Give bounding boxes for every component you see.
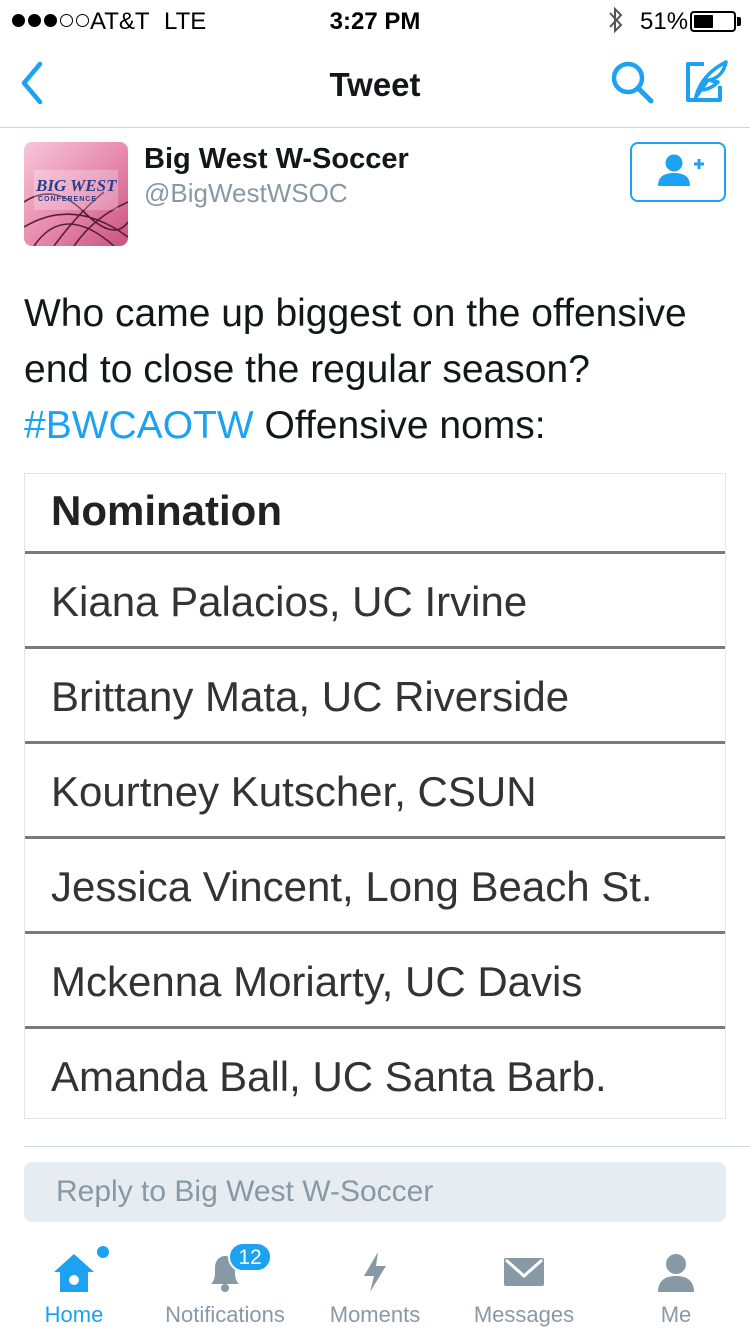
notifications-badge: 12 [228, 1242, 272, 1272]
tab-messages[interactable]: Messages [460, 1232, 588, 1334]
battery-icon [690, 11, 736, 32]
reply-input[interactable] [24, 1162, 726, 1222]
avatar-logo-text: BIG WEST [36, 176, 117, 195]
tab-me[interactable]: Me [626, 1232, 726, 1334]
tab-notifications-label: Notifications [165, 1302, 285, 1327]
tab-messages-label: Messages [473, 1302, 575, 1327]
tweet-text-tail: Offensive noms: [253, 404, 546, 447]
media-table-row: Mckenna Moriarty, UC Davis [25, 934, 725, 1029]
avatar[interactable]: BIG WEST CONFERENCE [24, 142, 128, 246]
status-bar: AT&T LTE 3:27 PM 51% [0, 0, 750, 40]
author-display-name[interactable]: Big West W-Soccer [144, 143, 409, 176]
media-table-row: Kiana Palacios, UC Irvine [25, 554, 725, 649]
media-table-row: Brittany Mata, UC Riverside [25, 649, 725, 744]
home-icon [54, 1254, 94, 1292]
media-table-row: Amanda Ball, UC Santa Barb. [51, 1053, 607, 1100]
hashtag-link[interactable]: #BWCAOTW [24, 404, 254, 447]
tweet-text: Who came up biggest on the offensive end… [24, 286, 730, 454]
navigation-bar: Tweet [0, 40, 750, 128]
tweet-text-body: Who came up biggest on the offensive end… [24, 292, 687, 391]
divider [24, 1146, 750, 1147]
follow-user-icon [658, 154, 704, 186]
new-content-dot [97, 1246, 109, 1258]
clock: 3:27 PM [329, 8, 421, 35]
follow-button[interactable] [630, 142, 726, 202]
tab-notifications[interactable]: Notifications [150, 1232, 300, 1334]
media-table-header: Nomination [25, 474, 725, 554]
tab-home-label: Home [44, 1302, 104, 1327]
tweet-media-image[interactable]: Nomination Kiana Palacios, UC Irvine Bri… [24, 473, 726, 1119]
lightning-bolt-icon [364, 1252, 386, 1292]
person-icon [658, 1254, 694, 1292]
tab-home[interactable]: Home [14, 1232, 134, 1334]
tab-bar: Home Notifications 12 Moments Messages M… [0, 1232, 750, 1334]
tab-moments-label: Moments [329, 1302, 421, 1327]
author-handle[interactable]: @BigWestWSOC [144, 178, 348, 209]
media-table-row: Jessica Vincent, Long Beach St. [25, 839, 725, 934]
search-icon[interactable] [608, 58, 658, 108]
compose-tweet-icon[interactable] [680, 56, 732, 108]
bluetooth-icon [609, 6, 623, 34]
tab-me-label: Me [660, 1302, 692, 1327]
tab-moments[interactable]: Moments [314, 1232, 436, 1334]
avatar-logo-subtext: CONFERENCE [38, 196, 98, 203]
battery-percent: 51% [640, 8, 689, 35]
media-table-row: Kourtney Kutscher, CSUN [25, 744, 725, 839]
envelope-icon [504, 1258, 544, 1286]
